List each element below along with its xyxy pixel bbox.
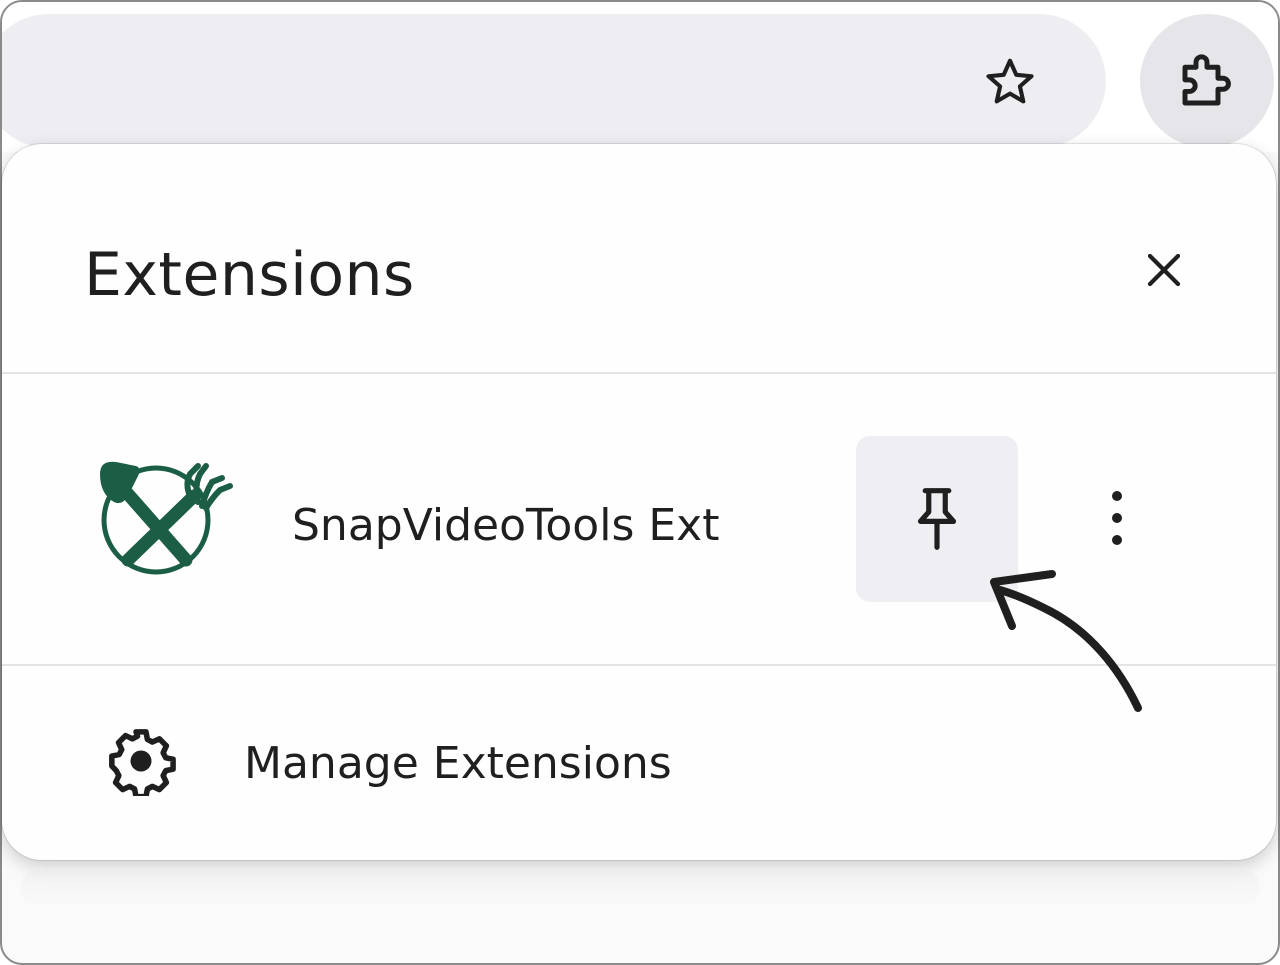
address-bar[interactable] [2,14,1106,148]
more-options-button[interactable] [1082,478,1152,558]
panel-shadow [20,868,1260,908]
extension-name: SnapVideoTools Ext [292,500,720,551]
puzzle-icon [1182,54,1231,106]
more-vert-icon [1112,491,1122,545]
panel-title: Extensions [84,240,415,310]
close-icon [1147,253,1181,287]
hand-drawn-arrow-icon [990,570,1142,712]
star-icon [986,58,1034,104]
pin-icon [917,488,957,550]
close-button[interactable] [1130,236,1198,304]
bookmark-star-button[interactable] [968,46,1052,120]
gear-icon [109,729,176,796]
extension-logo-icon [100,461,233,575]
extensions-toolbar-button[interactable] [1140,14,1274,148]
manage-extensions-label: Manage Extensions [244,738,672,789]
